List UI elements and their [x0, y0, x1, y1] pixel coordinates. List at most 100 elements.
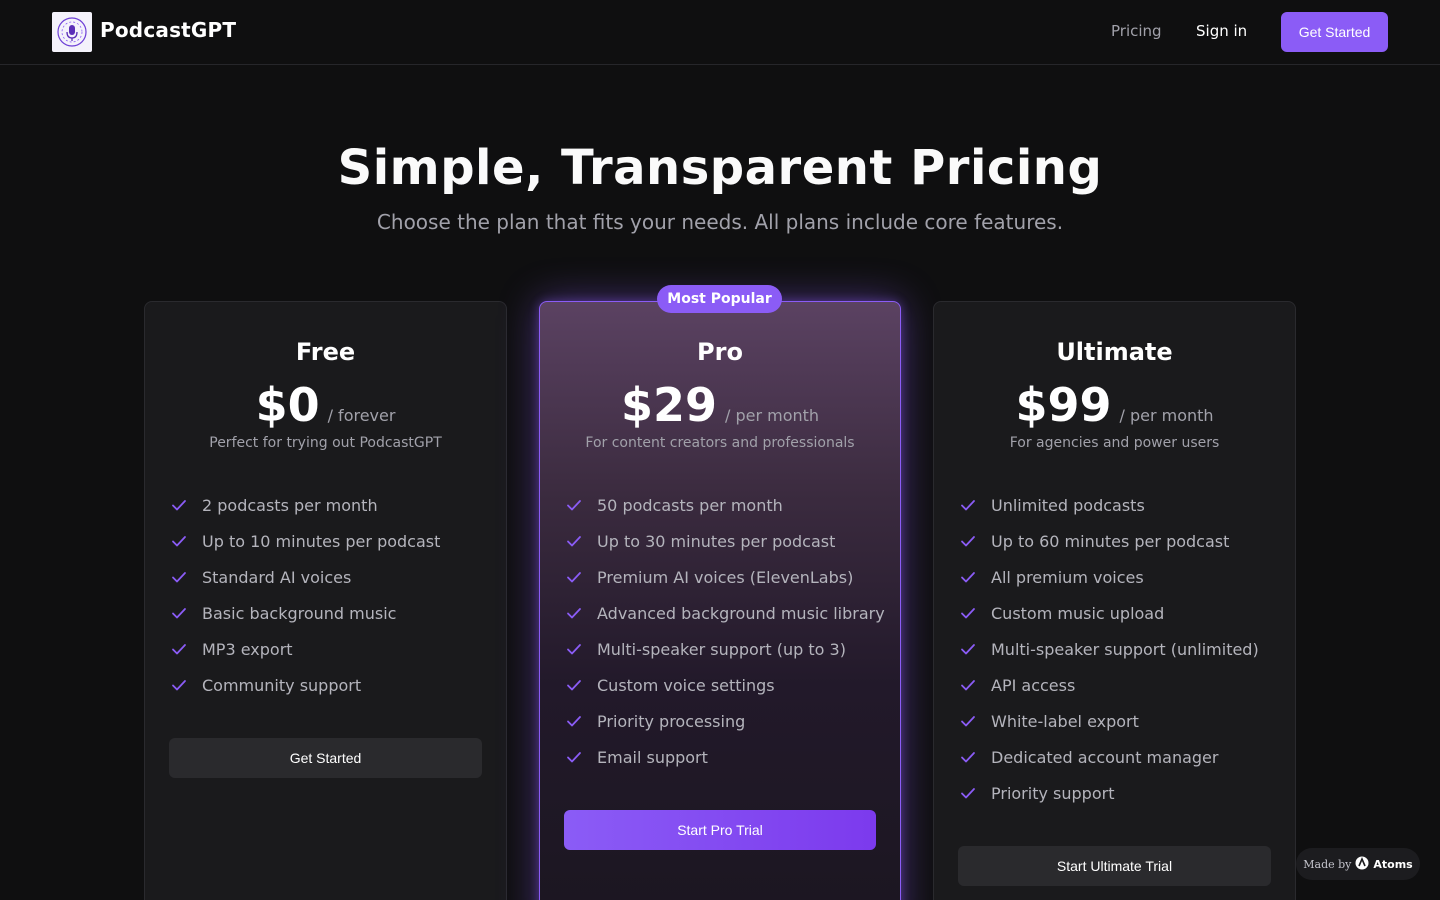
feature-text: Dedicated account manager	[991, 747, 1219, 767]
check-icon	[565, 568, 583, 586]
feature-text: Up to 30 minutes per podcast	[597, 531, 836, 551]
check-icon	[565, 712, 583, 730]
check-icon	[959, 748, 977, 766]
check-icon	[170, 676, 188, 694]
feature-text: Up to 60 minutes per podcast	[991, 531, 1230, 551]
check-icon	[170, 532, 188, 550]
plan-price: $29	[620, 378, 717, 432]
plan-name: Pro	[697, 338, 743, 366]
feature-text: Custom voice settings	[597, 675, 775, 695]
feature-item: Up to 60 minutes per podcast	[959, 523, 1259, 559]
feature-item: White-label export	[959, 703, 1259, 739]
feature-list: 50 podcasts per month Up to 30 minutes p…	[565, 487, 885, 775]
feature-item: Basic background music	[170, 595, 440, 631]
plan-description: For content creators and professionals	[585, 435, 855, 451]
page-title: Simple, Transparent Pricing	[337, 140, 1103, 196]
check-icon	[565, 748, 583, 766]
plan-description: Perfect for trying out PodcastGPT	[209, 435, 442, 451]
check-icon	[959, 676, 977, 694]
feature-text: Unlimited podcasts	[991, 495, 1145, 515]
feature-item: Email support	[565, 739, 885, 775]
start-ultimate-trial-button[interactable]: Start Ultimate Trial	[958, 846, 1271, 886]
page-subtitle: Choose the plan that fits your needs. Al…	[376, 210, 1064, 234]
feature-item: Unlimited podcasts	[959, 487, 1259, 523]
feature-text: Community support	[202, 675, 362, 695]
check-icon	[959, 712, 977, 730]
feature-item: Custom voice settings	[565, 667, 885, 703]
feature-item: MP3 export	[170, 631, 440, 667]
start-pro-trial-button[interactable]: Start Pro Trial	[564, 810, 876, 850]
feature-text: Basic background music	[202, 603, 397, 623]
plan-card-pro: Pro $29 / per month For content creators…	[539, 301, 901, 900]
feature-text: Premium AI voices (ElevenLabs)	[597, 567, 854, 587]
feature-item: Dedicated account manager	[959, 739, 1259, 775]
plan-name: Free	[295, 338, 356, 366]
plan-period: / per month	[1119, 406, 1214, 425]
price-row: $0 / forever	[145, 378, 506, 432]
feature-text: Priority processing	[597, 711, 746, 731]
feature-text: 2 podcasts per month	[202, 495, 378, 515]
nav-pricing-link[interactable]: Pricing	[1111, 22, 1162, 40]
feature-text: Advanced background music library	[597, 603, 885, 623]
feature-item: Custom music upload	[959, 595, 1259, 631]
feature-text: Custom music upload	[991, 603, 1165, 623]
header-get-started-button[interactable]: Get Started	[1281, 12, 1388, 52]
check-icon	[959, 640, 977, 658]
check-icon	[959, 784, 977, 802]
plan-description: For agencies and power users	[1009, 435, 1220, 451]
check-icon	[565, 496, 583, 514]
check-icon	[565, 604, 583, 622]
feature-text: Priority support	[991, 783, 1115, 803]
check-icon	[565, 676, 583, 694]
feature-item: Up to 30 minutes per podcast	[565, 523, 885, 559]
plan-name: Ultimate	[1056, 338, 1173, 366]
plan-card-ultimate: Ultimate $99 / per month For agencies an…	[933, 301, 1296, 900]
podcastgpt-logo-icon[interactable]	[52, 12, 92, 52]
feature-item: Priority support	[959, 775, 1259, 811]
brand-name[interactable]: PodcastGPT	[100, 18, 236, 42]
nav-signin-link[interactable]: Sign in	[1196, 22, 1247, 40]
feature-text: Up to 10 minutes per podcast	[202, 531, 441, 551]
feature-text: API access	[991, 675, 1076, 695]
check-icon	[170, 496, 188, 514]
feature-item: API access	[959, 667, 1259, 703]
feature-text: All premium voices	[991, 567, 1144, 587]
feature-list: 2 podcasts per month Up to 10 minutes pe…	[170, 487, 440, 703]
check-icon	[959, 568, 977, 586]
plan-price: $99	[1015, 378, 1112, 432]
check-icon	[565, 532, 583, 550]
made-by-atoms-badge[interactable]: Made by Atoms	[1296, 848, 1420, 880]
feature-item: 50 podcasts per month	[565, 487, 885, 523]
check-icon	[959, 532, 977, 550]
feature-item: Multi-speaker support (up to 3)	[565, 631, 885, 667]
check-icon	[959, 496, 977, 514]
free-get-started-button[interactable]: Get Started	[169, 738, 482, 778]
check-icon	[170, 604, 188, 622]
feature-text: MP3 export	[202, 639, 293, 659]
atoms-logo-icon	[1355, 856, 1369, 873]
check-icon	[959, 604, 977, 622]
feature-list: Unlimited podcasts Up to 60 minutes per …	[959, 487, 1259, 811]
check-icon	[170, 640, 188, 658]
feature-item: Advanced background music library	[565, 595, 885, 631]
price-row: $29 / per month	[540, 378, 900, 432]
check-icon	[170, 568, 188, 586]
feature-text: Email support	[597, 747, 708, 767]
most-popular-badge: Most Popular	[657, 285, 782, 313]
feature-text: White-label export	[991, 711, 1139, 731]
price-row: $99 / per month	[934, 378, 1295, 432]
feature-item: Priority processing	[565, 703, 885, 739]
plan-card-free: Free $0 / forever Perfect for trying out…	[144, 301, 507, 900]
made-by-brand: Atoms	[1373, 857, 1413, 871]
made-by-prefix: Made by	[1303, 857, 1352, 871]
feature-item: Up to 10 minutes per podcast	[170, 523, 440, 559]
feature-item: Multi-speaker support (unlimited)	[959, 631, 1259, 667]
feature-text: 50 podcasts per month	[597, 495, 783, 515]
feature-item: 2 podcasts per month	[170, 487, 440, 523]
feature-item: All premium voices	[959, 559, 1259, 595]
feature-item: Community support	[170, 667, 440, 703]
plan-price: $0	[255, 378, 320, 432]
feature-text: Standard AI voices	[202, 567, 352, 587]
plan-period: / forever	[327, 406, 396, 425]
plan-period: / per month	[724, 406, 820, 425]
